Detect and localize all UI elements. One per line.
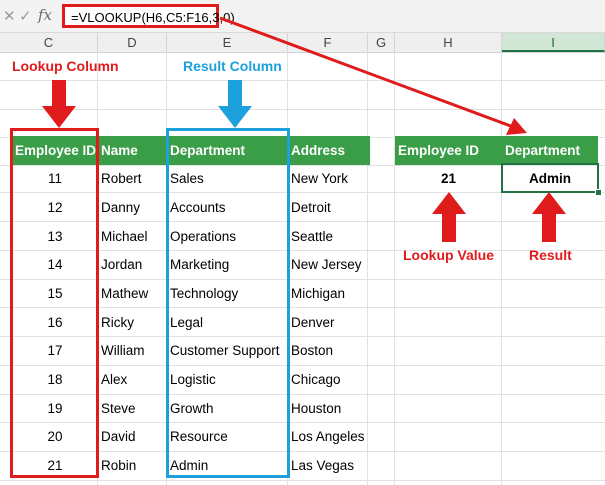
down-arrow-icon bbox=[218, 80, 252, 128]
down-arrow-icon bbox=[42, 80, 76, 128]
up-arrow-icon bbox=[532, 192, 566, 242]
annotation-arrows bbox=[42, 16, 566, 242]
up-arrow-icon bbox=[432, 192, 466, 242]
pointer-arrow-icon bbox=[219, 16, 527, 135]
